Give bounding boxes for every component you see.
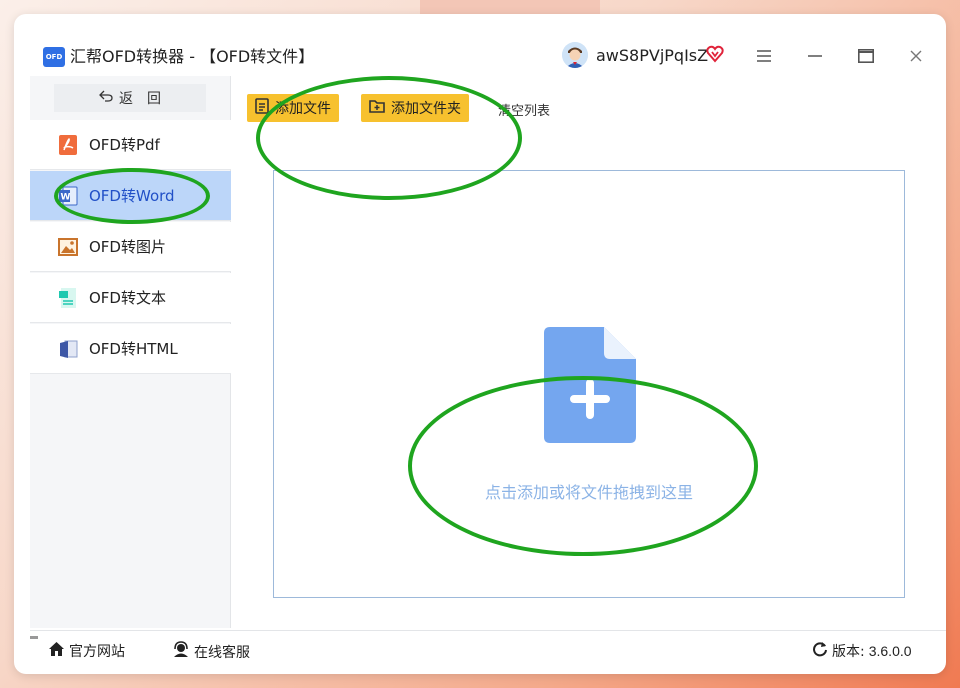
vip-heart-icon[interactable]: [706, 45, 724, 63]
clear-list-button[interactable]: 清空列表: [498, 100, 550, 119]
svg-text:W: W: [61, 192, 71, 202]
official-website-link[interactable]: 官方网站: [48, 641, 125, 661]
text-file-icon: [58, 287, 78, 308]
support-label: 在线客服: [194, 644, 250, 661]
pdf-icon: [58, 134, 78, 155]
nav-label: OFD转HTML: [89, 340, 178, 358]
add-file-icon: [255, 98, 269, 118]
word-icon: W: [58, 186, 78, 206]
home-icon: [48, 641, 65, 661]
back-button[interactable]: 返 回: [54, 84, 206, 112]
nav-label: OFD转文本: [89, 289, 166, 307]
menu-icon[interactable]: [752, 44, 776, 68]
nav-item-ofd-to-image[interactable]: OFD转图片: [30, 222, 231, 272]
refresh-icon: [812, 641, 828, 661]
nav-label: OFD转Word: [89, 187, 175, 205]
close-icon[interactable]: [904, 44, 928, 68]
app-logo-icon: OFD: [43, 47, 65, 67]
add-file-button[interactable]: 添加文件: [247, 94, 339, 122]
version-label: 版本:: [832, 644, 865, 660]
add-file-icon: [544, 327, 636, 443]
file-drop-zone[interactable]: 点击添加或将文件拖拽到这里: [273, 170, 905, 598]
nav-item-ofd-to-text[interactable]: OFD转文本: [30, 273, 231, 323]
nav-item-ofd-to-word[interactable]: W OFD转Word: [30, 171, 231, 221]
add-folder-icon: [369, 99, 385, 117]
html-icon: [58, 339, 78, 359]
drop-zone-hint: 点击添加或将文件拖拽到这里: [484, 483, 693, 502]
back-arrow-icon: [99, 90, 113, 106]
window-title: 汇帮OFD转换器 - 【OFD转文件】: [70, 47, 315, 66]
sidebar: 返 回 OFD转Pdf W OFD转Word OFD转图片 OFD转文本 OFD…: [30, 76, 231, 639]
user-avatar[interactable]: [562, 42, 588, 68]
nav-item-ofd-to-pdf[interactable]: OFD转Pdf: [30, 120, 231, 170]
nav-item-ofd-to-html[interactable]: OFD转HTML: [30, 324, 231, 374]
add-folder-label: 添加文件夹: [391, 101, 461, 117]
add-folder-button[interactable]: 添加文件夹: [361, 94, 469, 122]
image-icon: [58, 237, 78, 257]
status-bar: 官方网站 在线客服 版本: 3.6.0.0: [30, 630, 946, 668]
add-file-label: 添加文件: [275, 101, 331, 117]
back-label: 返 回: [119, 91, 161, 107]
username[interactable]: awS8PVjPqIsZ: [596, 46, 708, 66]
version-value: 3.6.0.0: [868, 643, 912, 659]
minimize-icon[interactable]: [803, 44, 827, 68]
maximize-icon[interactable]: [854, 44, 878, 68]
nav-label: OFD转图片: [89, 238, 166, 256]
nav-label: OFD转Pdf: [89, 136, 160, 154]
app-window: OFD 汇帮OFD转换器 - 【OFD转文件】 awS8PVjPqIsZ 返 回…: [14, 14, 946, 674]
headset-icon: [172, 641, 190, 662]
version-info: 版本: 3.6.0.0: [812, 641, 912, 661]
background-strip: [420, 0, 600, 14]
title-bar: OFD 汇帮OFD转换器 - 【OFD转文件】 awS8PVjPqIsZ: [14, 14, 946, 76]
website-label: 官方网站: [69, 644, 125, 660]
online-support-link[interactable]: 在线客服: [172, 641, 250, 662]
